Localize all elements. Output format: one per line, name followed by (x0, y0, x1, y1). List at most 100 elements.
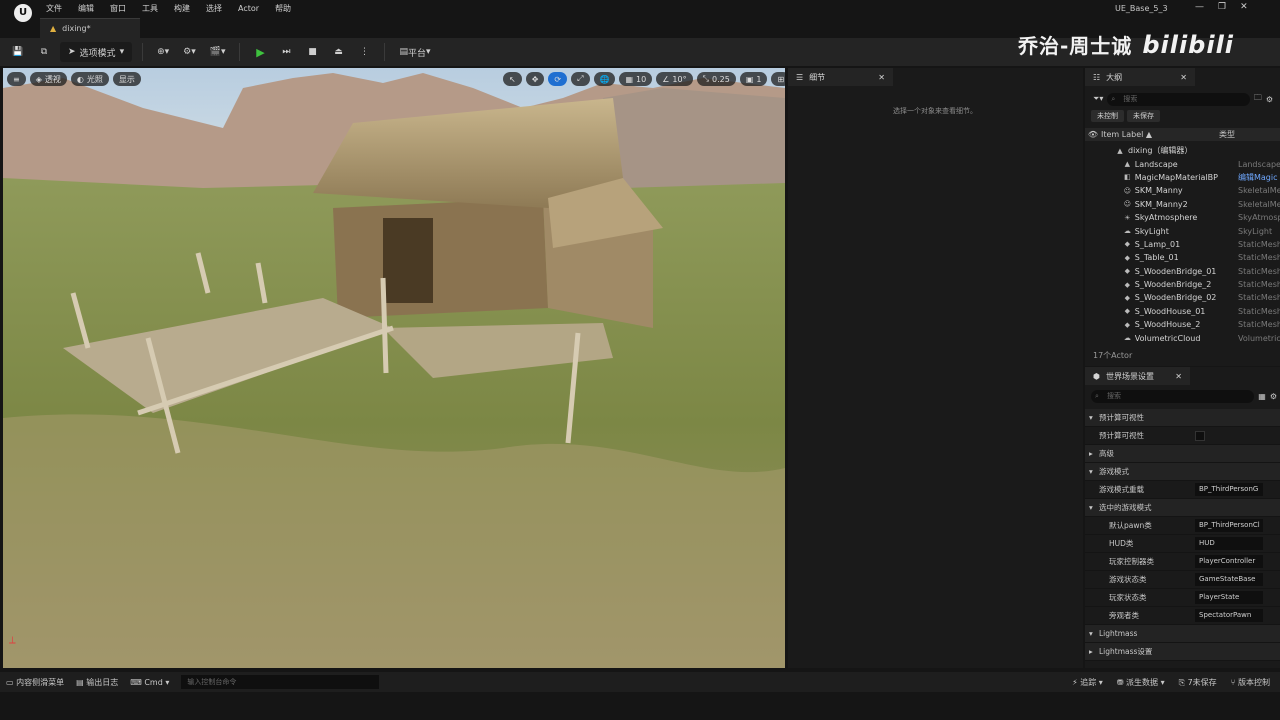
show-button[interactable]: 显示 (112, 72, 141, 86)
play-options-icon[interactable]: ⋮ (354, 42, 374, 62)
outliner-row[interactable]: ◆ S_Lamp_01 StaticMesh (1085, 238, 1280, 251)
property-value[interactable]: SpectatorPawn (1195, 609, 1263, 622)
maximize-viewport-icon[interactable]: ⊞ (771, 72, 785, 86)
unreal-logo-icon[interactable]: U (14, 4, 32, 22)
filter-icon[interactable]: ⏷▾ (1093, 94, 1103, 104)
camera-speed-button[interactable]: ▣ 1 (739, 72, 768, 86)
menu-select[interactable]: 选择 (198, 2, 230, 16)
settings-icon[interactable]: ⚙ (1266, 95, 1273, 104)
close-icon[interactable]: ✕ (878, 73, 885, 82)
outliner-row[interactable]: ◆ S_WoodHouse_2 StaticMesh (1085, 318, 1280, 331)
close-icon[interactable]: ✕ (1175, 372, 1182, 381)
viewport-menu-icon[interactable]: ≡ (7, 72, 26, 86)
restore-icon[interactable]: ❐ (1218, 2, 1226, 12)
menu-help[interactable]: 帮助 (267, 2, 299, 16)
bottom-strip (0, 692, 1280, 720)
uncontrolled-button[interactable]: 未控制 (1091, 110, 1124, 122)
angle-snap-button[interactable]: ∠ 10° (656, 72, 693, 86)
scale-snap-value: 0.25 (712, 74, 730, 84)
menu-edit[interactable]: 编辑 (70, 2, 102, 16)
outliner-row[interactable]: ☀ SkyAtmosphere SkyAtmosp (1085, 211, 1280, 224)
world-search-input[interactable]: ⌕ 搜索 (1091, 389, 1255, 403)
property-value[interactable]: PlayerState (1195, 591, 1263, 604)
outliner-search-input[interactable]: ⌕ 搜索 (1107, 92, 1250, 106)
settings-category[interactable]: ▾ Lightmass (1085, 625, 1280, 643)
outliner-tab[interactable]: ☷ 大纲 ✕ (1085, 68, 1195, 86)
derived-data-button[interactable]: ⛃ 派生数据 ▾ (1117, 677, 1165, 688)
scale-snap-button[interactable]: ⤡ 0.25 (696, 72, 736, 86)
console-command-input[interactable]: 输入控制台命令 (181, 675, 380, 689)
menu-tools[interactable]: 工具 (134, 2, 166, 16)
unsaved-button[interactable]: 未保存 (1127, 110, 1160, 122)
details-tab[interactable]: ☰ 细节 ✕ (788, 68, 893, 86)
outliner-row[interactable]: ▲ Landscape Landscape (1085, 157, 1280, 170)
level-tab[interactable]: ▲ dixing* (40, 18, 140, 38)
settings-category[interactable]: ▾ 游戏模式 (1085, 463, 1280, 481)
settings-icon[interactable]: ⚙ (1270, 392, 1277, 401)
menu-build[interactable]: 构建 (166, 2, 198, 16)
settings-category[interactable]: ▸ Lightmass设置 (1085, 643, 1280, 661)
perspective-button[interactable]: ◈ 透视 (29, 72, 67, 86)
play-icon[interactable]: ▶ (250, 42, 270, 62)
menu-window[interactable]: 窗口 (102, 2, 134, 16)
outliner-row[interactable]: ☺ SKM_Manny SkeletalMe (1085, 184, 1280, 197)
property-value[interactable]: HUD (1195, 537, 1263, 550)
settings-property: 玩家控制器类 PlayerController (1085, 553, 1280, 571)
minimize-icon[interactable]: — (1195, 2, 1204, 12)
toolbar-divider (239, 43, 241, 61)
cinematics-icon[interactable]: 🎬▾ (206, 42, 230, 62)
world-settings-tab[interactable]: ⬢ 世界场景设置 ✕ (1085, 367, 1190, 385)
property-value[interactable]: PlayerController (1195, 555, 1263, 568)
rotate-tool-icon[interactable]: ⟳ (548, 72, 568, 86)
cmd-button[interactable]: ⌨ Cmd ▾ (130, 678, 169, 687)
close-icon[interactable]: ✕ (1180, 73, 1187, 82)
level-viewport[interactable]: ≡ ◈ 透视 ◐ 光照 显示 ↖ ✥ ⟳ ⤢ 🌐 ▦ 10 ∠ 10° ⤡ 0.25 ▣ 1… (3, 68, 785, 668)
outliner-row[interactable]: ◆ S_WoodenBridge_02 StaticMesh (1085, 291, 1280, 304)
trace-button[interactable]: ⚡ 追踪 ▾ (1072, 677, 1103, 688)
outliner-row[interactable]: ☁ VolumetricCloud Volumetric (1085, 331, 1280, 344)
scale-tool-icon[interactable]: ⤢ (571, 72, 590, 86)
blueprint-icon[interactable]: ⚙▾ (179, 42, 200, 62)
outliner-row[interactable]: ◆ S_WoodHouse_01 StaticMesh (1085, 305, 1280, 318)
outliner-row[interactable]: ☁ SkyLight SkyLight (1085, 224, 1280, 237)
step-icon[interactable]: ⏭ (276, 42, 296, 62)
visibility-icon[interactable]: 👁 (1085, 130, 1101, 139)
property-checkbox[interactable] (1195, 430, 1205, 441)
eject-icon[interactable]: ⏏ (328, 42, 348, 62)
outliner-row[interactable]: ◆ S_WoodenBridge_01 StaticMesh (1085, 265, 1280, 278)
menu-file[interactable]: 文件 (38, 2, 70, 16)
stop-icon[interactable]: ■ (302, 42, 322, 62)
property-value[interactable]: GameStateBase (1195, 573, 1263, 586)
outliner-root-row[interactable]: ▲ dixing（编辑器） (1085, 144, 1280, 157)
column-item-label[interactable]: Item Label ▲ (1101, 130, 1219, 139)
lit-button[interactable]: ◐ 光照 (70, 72, 109, 86)
mode-select-button[interactable]: ➤ 选项模式 ▾ (60, 42, 133, 62)
add-folder-icon[interactable]: 🗀 (1254, 92, 1262, 106)
menu-actor[interactable]: Actor (230, 2, 267, 16)
world-space-icon[interactable]: 🌐 (593, 72, 616, 86)
settings-category[interactable]: ▸ 高级 (1085, 445, 1280, 463)
settings-category[interactable]: ▾ 选中的游戏模式 (1085, 499, 1280, 517)
outliner-row[interactable]: ◆ S_WoodenBridge_2 StaticMesh (1085, 278, 1280, 291)
close-icon[interactable]: ✕ (1240, 2, 1248, 12)
select-tool-icon[interactable]: ↖ (503, 72, 522, 86)
grid-view-icon[interactable]: ▦ (1258, 392, 1266, 401)
platform-button[interactable]: ▤ 平台 ▾ (395, 42, 434, 62)
camera-icon: ▣ (745, 74, 754, 84)
add-actor-icon[interactable]: ⊕▾ (153, 42, 173, 62)
content-drawer-button[interactable]: ▭ 内容侧滑菜单 (6, 677, 64, 688)
grid-snap-button[interactable]: ▦ 10 (619, 72, 653, 86)
browse-icon[interactable]: ⧉ (34, 42, 54, 62)
outliner-row[interactable]: ◆ S_Table_01 StaticMesh (1085, 251, 1280, 264)
outliner-row[interactable]: ☺ SKM_Manny2 SkeletalMe (1085, 198, 1280, 211)
output-log-button[interactable]: ▤ 输出日志 (76, 677, 118, 688)
unsaved-status-button[interactable]: ⎘ 7未保存 (1179, 677, 1217, 688)
column-type[interactable]: 类型 (1219, 129, 1235, 140)
property-value[interactable]: BP_ThirdPersonCl (1195, 519, 1263, 532)
translate-tool-icon[interactable]: ✥ (525, 72, 545, 86)
outliner-row[interactable]: ◧ MagicMapMaterialBP 编辑Magic (1085, 171, 1280, 184)
settings-category[interactable]: ▾ 预计算可视性 (1085, 409, 1280, 427)
source-control-button[interactable]: ⑂ 版本控制 (1231, 677, 1270, 688)
save-icon[interactable]: 💾 (8, 42, 28, 62)
property-value[interactable]: BP_ThirdPersonG (1195, 483, 1263, 496)
